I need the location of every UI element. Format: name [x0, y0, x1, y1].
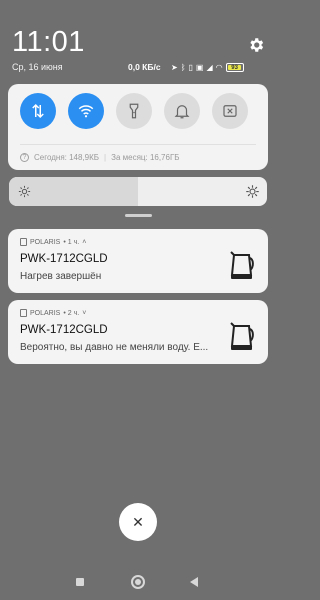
brightness-slider[interactable]: [9, 177, 267, 206]
help-icon[interactable]: ?: [20, 152, 29, 162]
quick-tiles: [20, 93, 248, 129]
wifi-tile-icon: [78, 105, 94, 118]
notification-body: Вероятно, вы давно не меняли воду. Е...: [20, 342, 209, 353]
tile-mobile-data[interactable]: [20, 93, 56, 129]
app-name: POLARIS: [30, 309, 61, 317]
quick-settings-panel: ? Сегодня: 148,9КБ | За месяц: 16,76ГБ: [8, 84, 268, 170]
gear-icon[interactable]: [247, 36, 265, 54]
status-header: 11:01 Ср, 16 июня 0,0 КБ/с ➤ ᛒ ▯ ▣ ◢ ◠ 9…: [0, 0, 276, 80]
app-icon: [20, 309, 27, 317]
notification-card[interactable]: POLARIS • 2 ч. ˅ PWK-1712CGLD Вероятно, …: [8, 300, 268, 364]
flashlight-icon: [129, 103, 139, 119]
signal-icon: ◢: [206, 62, 213, 72]
recents-button[interactable]: [76, 578, 84, 586]
kettle-icon: [230, 322, 254, 350]
notification-body: Нагрев завершён: [20, 271, 102, 282]
tile-wifi[interactable]: [68, 93, 104, 129]
panel-divider: [20, 144, 256, 145]
notification-title: PWK-1712CGLD: [20, 253, 108, 265]
wifi-icon: ◠: [215, 62, 223, 72]
chevron-down-icon[interactable]: ˅: [82, 310, 86, 317]
clear-all-button[interactable]: ✕: [119, 503, 157, 541]
volte-icon: ▣: [195, 62, 204, 72]
screenshot-icon: [223, 105, 237, 117]
back-button[interactable]: [190, 577, 198, 587]
usage-separator: |: [104, 152, 107, 162]
usage-today: Сегодня: 148,9КБ: [34, 152, 100, 162]
tile-screenshot[interactable]: [212, 93, 248, 129]
app-icon: [20, 238, 27, 246]
app-name: POLARIS: [30, 238, 61, 246]
data-usage: ? Сегодня: 148,9КБ | За месяц: 16,76ГБ: [20, 150, 180, 164]
brightness-low-icon: [18, 185, 31, 198]
clock: 11:01: [12, 26, 85, 58]
usage-month: За месяц: 16,76ГБ: [111, 152, 180, 162]
mobile-data-icon: [32, 103, 44, 119]
vibrate-icon: ▯: [188, 62, 193, 72]
tile-notification[interactable]: [164, 93, 200, 129]
notification-time: • 2 ч.: [63, 309, 80, 317]
bluetooth-icon: ᛒ: [180, 62, 186, 72]
drag-handle[interactable]: [125, 214, 152, 217]
bell-icon: [174, 105, 190, 119]
kettle-icon: [230, 251, 254, 279]
tile-flashlight[interactable]: [116, 93, 152, 129]
notification-header: POLARIS • 1 ч. ˄: [20, 238, 86, 246]
chevron-up-icon[interactable]: ˄: [82, 239, 86, 246]
notification-card[interactable]: POLARIS • 1 ч. ˄ PWK-1712CGLD Нагрев зав…: [8, 229, 268, 293]
close-icon: ✕: [132, 513, 144, 530]
battery-level: 93: [231, 64, 238, 71]
system-icons: ➤ ᛒ ▯ ▣ ◢ ◠ 93: [171, 62, 244, 73]
notification-time: • 1 ч.: [63, 238, 80, 246]
navigation-bar: [0, 566, 276, 600]
home-button[interactable]: [131, 575, 145, 589]
location-icon: ➤: [171, 62, 178, 72]
net-speed: 0,0 КБ/с: [128, 62, 161, 72]
battery-icon: 93: [225, 63, 244, 72]
date-label: Ср, 16 июня: [12, 62, 63, 72]
notification-title: PWK-1712CGLD: [20, 324, 108, 336]
notification-header: POLARIS • 2 ч. ˅: [20, 309, 86, 317]
brightness-high-icon: [246, 185, 259, 198]
